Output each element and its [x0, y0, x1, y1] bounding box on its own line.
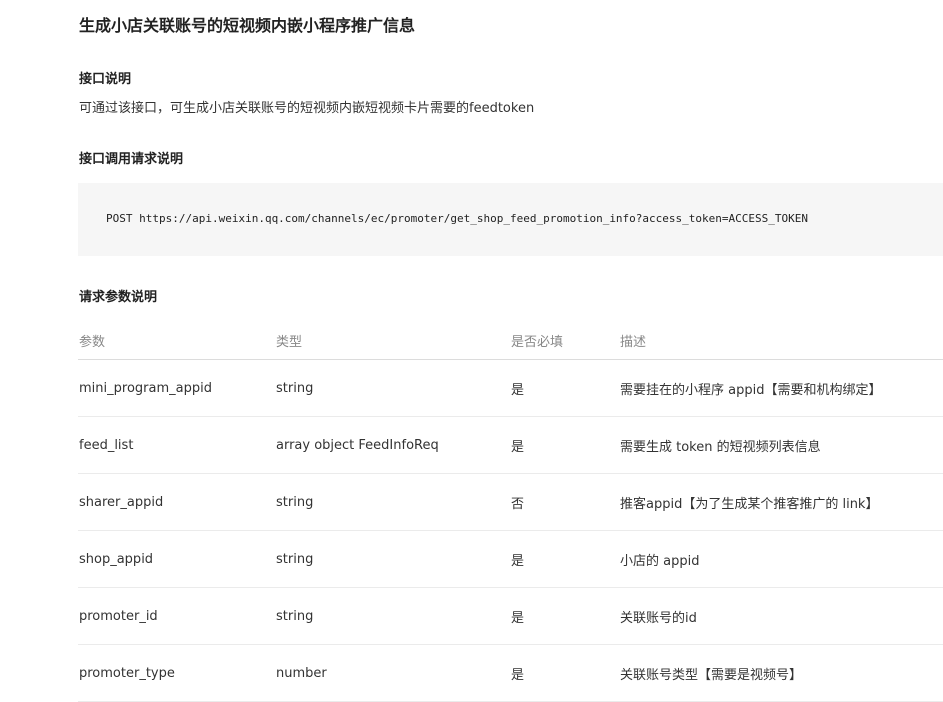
request-code[interactable]: POST https://api.weixin.qq.com/channels/… — [106, 210, 808, 228]
request-desc-heading: 接口调用请求说明 — [79, 152, 184, 167]
table-header-row: 参数 类型 是否必填 描述 — [78, 321, 943, 360]
param-description: 推客appid【为了生成某个推客推广的 link】 — [619, 473, 943, 531]
param-name: shop_appid — [78, 530, 275, 588]
param-description: 需要生成 token 的短视频列表信息 — [619, 416, 943, 474]
param-description: 关联账号的id — [619, 587, 943, 645]
param-required: 否 — [510, 473, 619, 531]
column-header-required: 是否必填 — [510, 321, 619, 360]
interface-desc-heading: 接口说明 — [79, 72, 132, 87]
column-header-type: 类型 — [275, 321, 510, 360]
param-type: string — [275, 359, 510, 417]
params-heading: 请求参数说明 — [79, 290, 158, 305]
param-description: 关联账号类型【需要是视频号】 — [619, 644, 943, 702]
param-type: array object FeedInfoReq — [275, 416, 510, 474]
column-header-description: 描述 — [619, 321, 943, 360]
param-required: 是 — [510, 416, 619, 474]
param-required: 是 — [510, 587, 619, 645]
interface-desc-text: 可通过该接口，可生成小店关联账号的短视频内嵌短视频卡片需要的feedtoken — [79, 101, 535, 116]
table-row: promoter_type number 是 关联账号类型【需要是视频号】 — [78, 644, 943, 702]
param-required: 是 — [510, 644, 619, 702]
table-row: mini_program_appid string 是 需要挂在的小程序 app… — [78, 359, 943, 417]
table-row: feed_list array object FeedInfoReq 是 需要生… — [78, 416, 943, 474]
table-row: sharer_appid string 否 推客appid【为了生成某个推客推广… — [78, 473, 943, 531]
column-header-param: 参数 — [78, 321, 275, 360]
param-name: sharer_appid — [78, 473, 275, 531]
param-type: string — [275, 473, 510, 531]
param-required: 是 — [510, 530, 619, 588]
param-name: feed_list — [78, 416, 275, 474]
table-row: promoter_id string 是 关联账号的id — [78, 587, 943, 645]
params-table: 参数 类型 是否必填 描述 mini_program_appid string … — [78, 321, 943, 702]
page-title: 生成小店关联账号的短视频内嵌小程序推广信息 — [79, 16, 416, 35]
param-type: string — [275, 587, 510, 645]
table-row: shop_appid string 是 小店的 appid — [78, 530, 943, 588]
param-description: 需要挂在的小程序 appid【需要和机构绑定】 — [619, 359, 943, 417]
param-name: promoter_type — [78, 644, 275, 702]
param-required: 是 — [510, 359, 619, 417]
param-name: promoter_id — [78, 587, 275, 645]
param-type: number — [275, 644, 510, 702]
param-name: mini_program_appid — [78, 359, 275, 417]
param-type: string — [275, 530, 510, 588]
param-description: 小店的 appid — [619, 530, 943, 588]
code-block: POST https://api.weixin.qq.com/channels/… — [78, 183, 943, 256]
